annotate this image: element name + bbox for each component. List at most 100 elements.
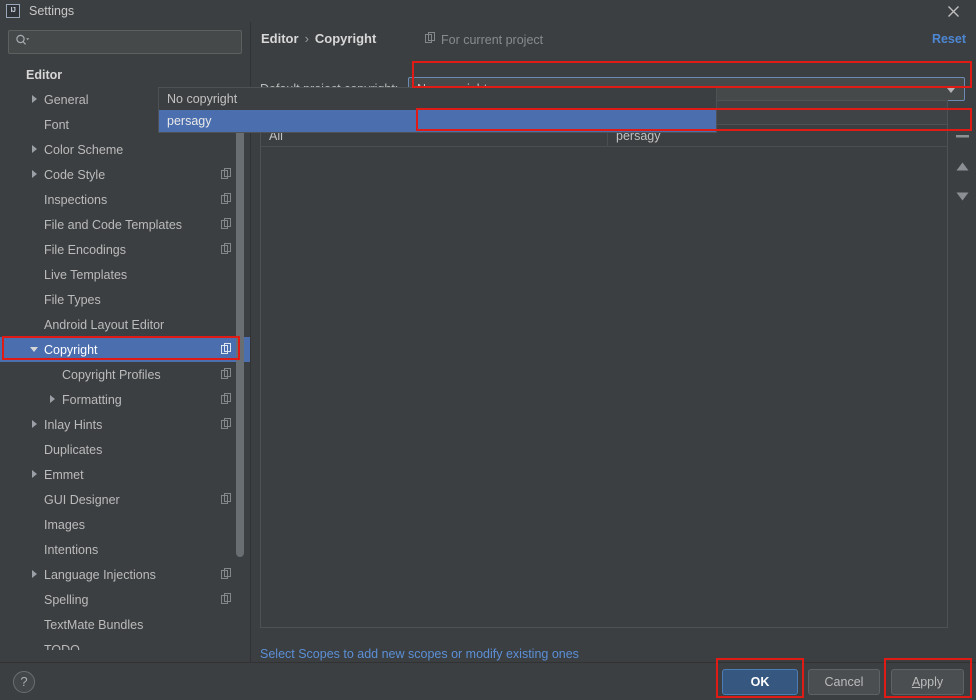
- tree-spacer: [30, 544, 41, 555]
- chevron-right-icon[interactable]: [30, 144, 41, 155]
- apply-mnemonic: A: [912, 675, 920, 689]
- sidebar-item-inlay-hints[interactable]: Inlay Hints: [0, 412, 250, 437]
- move-up-button[interactable]: [954, 158, 970, 174]
- settings-dialog: IJ Settings EditorGeneralFo: [0, 0, 976, 700]
- remove-scope-button[interactable]: [954, 128, 970, 144]
- cancel-button[interactable]: Cancel: [808, 669, 880, 695]
- search-icon: [15, 34, 30, 50]
- sidebar-item-formatting[interactable]: Formatting: [0, 387, 250, 412]
- select-scopes-link[interactable]: Select Scopes to add new scopes or modif…: [260, 647, 579, 661]
- help-button[interactable]: ?: [13, 671, 35, 693]
- search-input[interactable]: [35, 35, 225, 49]
- chevron-right-icon[interactable]: [30, 469, 41, 480]
- sidebar-item-label: Copyright Profiles: [62, 368, 161, 382]
- chevron-right-icon[interactable]: [48, 394, 59, 405]
- chevron-right-icon[interactable]: [30, 169, 41, 180]
- apply-button[interactable]: Apply: [891, 669, 964, 695]
- copyright-dropdown-popup[interactable]: No copyrightpersagy: [158, 87, 717, 133]
- project-scope-icon: [221, 593, 232, 604]
- tree-spacer: [30, 269, 41, 280]
- title-bar: IJ Settings: [0, 0, 976, 22]
- chevron-right-icon[interactable]: [30, 94, 41, 105]
- chevron-down-icon[interactable]: [30, 344, 41, 355]
- breadcrumb: Editor › Copyright: [261, 31, 376, 46]
- tree-spacer: [30, 519, 41, 530]
- apply-suffix: pply: [920, 675, 943, 689]
- chevron-right-icon[interactable]: [30, 419, 41, 430]
- table-toolbar: [950, 100, 974, 628]
- sidebar-item-label: Spelling: [44, 593, 88, 607]
- search-field-wrapper: [8, 30, 242, 54]
- sidebar-scrollbar[interactable]: [236, 122, 244, 562]
- chevron-right-icon[interactable]: [30, 569, 41, 580]
- sidebar-item-label: Android Layout Editor: [44, 318, 164, 332]
- sidebar-item-label: General: [44, 93, 88, 107]
- sidebar-item-file-types[interactable]: File Types: [0, 287, 250, 312]
- sidebar-item-label: Inlay Hints: [44, 418, 102, 432]
- sidebar-item-spelling[interactable]: Spelling: [0, 587, 250, 612]
- sidebar-item-images[interactable]: Images: [0, 512, 250, 537]
- sidebar-item-file-and-code-templates[interactable]: File and Code Templates: [0, 212, 250, 237]
- project-scope-icon: [221, 368, 232, 379]
- sidebar-item-label: Emmet: [44, 468, 84, 482]
- tree-spacer: [30, 494, 41, 505]
- sidebar-item-emmet[interactable]: Emmet: [0, 462, 250, 487]
- sidebar-item-label: Duplicates: [44, 443, 102, 457]
- copy-scope-icon: [425, 32, 436, 47]
- sidebar-item-label: TextMate Bundles: [44, 618, 143, 632]
- tree-spacer: [30, 644, 41, 650]
- sidebar-item-inspections[interactable]: Inspections: [0, 187, 250, 212]
- sidebar-item-label: File Encodings: [44, 243, 126, 257]
- ok-button[interactable]: OK: [722, 669, 798, 695]
- scopes-table[interactable]: Scope Allpersagy: [260, 100, 948, 628]
- sidebar-item-color-scheme[interactable]: Color Scheme: [0, 137, 250, 162]
- sidebar-item-label: Live Templates: [44, 268, 127, 282]
- tree-spacer: [30, 619, 41, 630]
- sidebar-item-label: Editor: [26, 68, 62, 82]
- tree-spacer: [30, 244, 41, 255]
- sidebar-item-copyright[interactable]: Copyright: [0, 337, 250, 362]
- breadcrumb-parent[interactable]: Editor: [261, 31, 299, 46]
- close-icon[interactable]: [930, 0, 976, 22]
- sidebar-item-label: Images: [44, 518, 85, 532]
- sidebar-scrollbar-thumb[interactable]: [236, 122, 244, 557]
- breadcrumb-current: Copyright: [315, 31, 376, 46]
- sidebar-item-label: Inspections: [44, 193, 107, 207]
- project-scope-icon: [221, 218, 232, 229]
- tree-spacer: [30, 444, 41, 455]
- sidebar-item-duplicates[interactable]: Duplicates: [0, 437, 250, 462]
- project-scope-icon: [221, 568, 232, 579]
- sidebar-item-code-style[interactable]: Code Style: [0, 162, 250, 187]
- sidebar-item-live-templates[interactable]: Live Templates: [0, 262, 250, 287]
- dropdown-option[interactable]: No copyright: [159, 88, 716, 110]
- tree-spacer: [30, 194, 41, 205]
- sidebar-item-language-injections[interactable]: Language Injections: [0, 562, 250, 587]
- move-down-button[interactable]: [954, 188, 970, 204]
- sidebar-item-intentions[interactable]: Intentions: [0, 537, 250, 562]
- tree-spacer: [30, 594, 41, 605]
- sidebar-item-label: Copyright: [44, 343, 98, 357]
- scope-note-text: For current project: [441, 33, 543, 47]
- window-title: Settings: [29, 4, 74, 18]
- project-scope-icon: [221, 418, 232, 429]
- sidebar-item-textmate-bundles[interactable]: TextMate Bundles: [0, 612, 250, 637]
- tree-spacer: [48, 369, 59, 380]
- tree-spacer: [30, 119, 41, 130]
- sidebar-item-todo[interactable]: TODO: [0, 637, 250, 650]
- chevron-down-icon[interactable]: [947, 88, 955, 93]
- dropdown-option[interactable]: persagy: [159, 110, 716, 132]
- sidebar-item-gui-designer[interactable]: GUI Designer: [0, 487, 250, 512]
- breadcrumb-separator: ›: [305, 31, 309, 46]
- tree-spacer: [30, 294, 41, 305]
- reset-link[interactable]: Reset: [932, 32, 966, 46]
- sidebar-item-file-encodings[interactable]: File Encodings: [0, 237, 250, 262]
- sidebar-item-copyright-profiles[interactable]: Copyright Profiles: [0, 362, 250, 387]
- search-box[interactable]: [8, 30, 242, 54]
- project-scope-icon: [221, 393, 232, 404]
- sidebar-item-editor[interactable]: Editor: [0, 62, 250, 87]
- sidebar-item-label: File and Code Templates: [44, 218, 182, 232]
- settings-tree[interactable]: EditorGeneralFontColor SchemeCode StyleI…: [0, 62, 250, 650]
- dialog-footer: ? OK Cancel Apply: [0, 662, 976, 700]
- app-icon: IJ: [6, 4, 20, 18]
- sidebar-item-android-layout-editor[interactable]: Android Layout Editor: [0, 312, 250, 337]
